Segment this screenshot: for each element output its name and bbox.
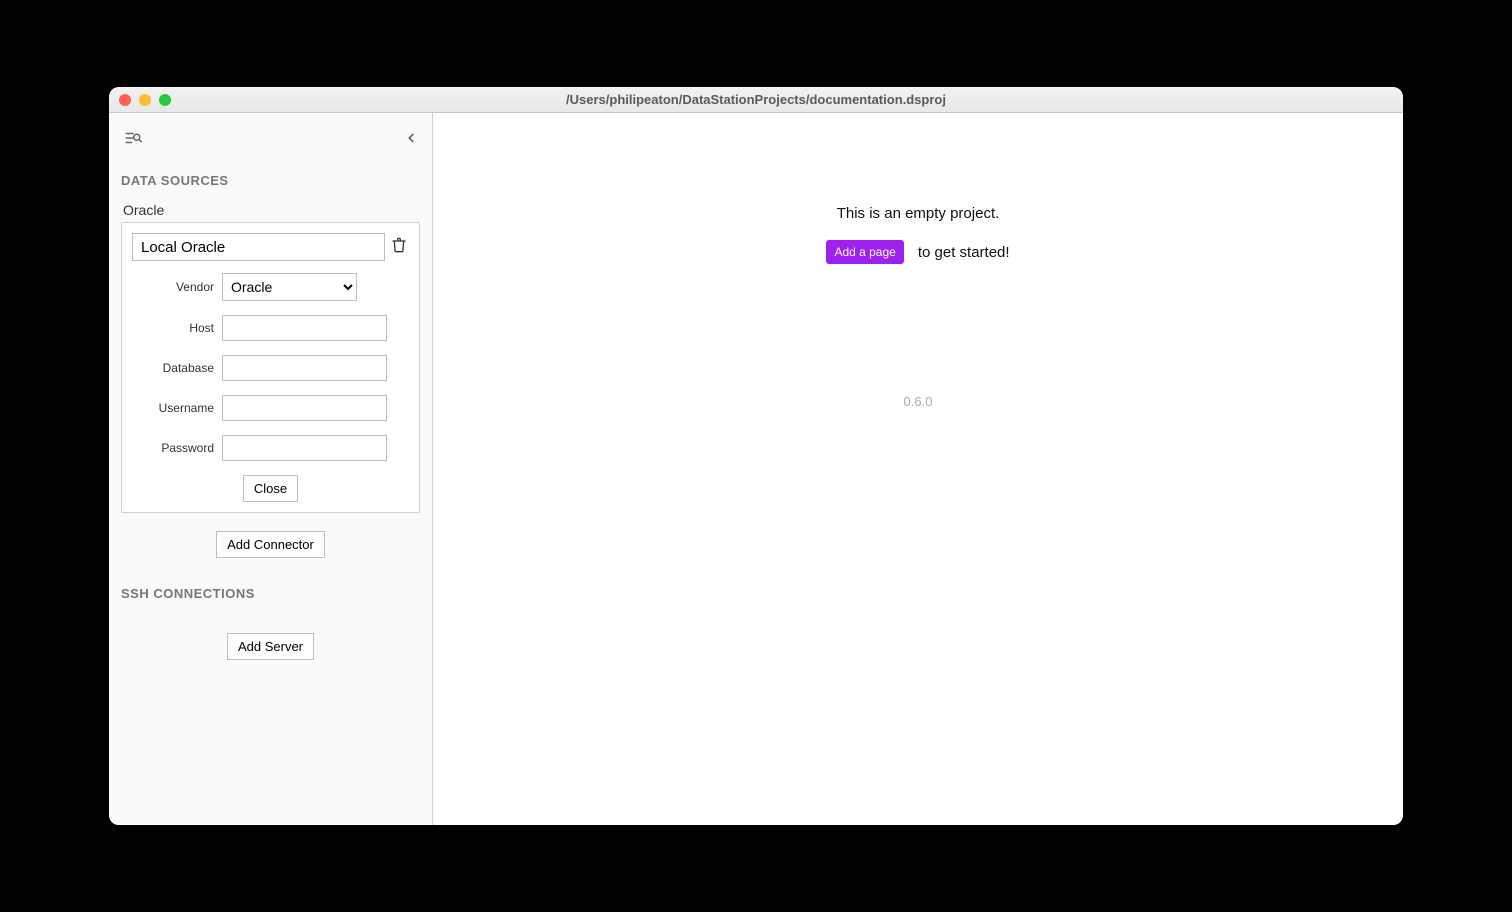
host-input[interactable] (222, 315, 387, 341)
vendor-select[interactable]: Oracle (222, 273, 357, 301)
database-label: Database (132, 361, 222, 375)
close-button[interactable]: Close (243, 475, 298, 502)
add-connector-row: Add Connector (121, 531, 420, 558)
titlebar: /Users/philipeaton/DataStationProjects/d… (109, 87, 1403, 113)
add-page-row: Add a page to get started! (826, 240, 1009, 264)
maximize-window-button[interactable] (159, 94, 171, 106)
close-window-button[interactable] (119, 94, 131, 106)
ssh-connections-header: SSH CONNECTIONS (121, 586, 420, 601)
minimize-window-button[interactable] (139, 94, 151, 106)
search-list-icon[interactable] (123, 129, 143, 147)
username-label: Username (132, 401, 222, 415)
data-sources-header: DATA SOURCES (121, 173, 420, 188)
host-row: Host (132, 315, 409, 341)
data-source-name-input[interactable] (132, 233, 385, 261)
get-started-text: to get started! (918, 244, 1010, 261)
password-label: Password (132, 441, 222, 455)
version-label: 0.6.0 (904, 394, 933, 409)
delete-icon[interactable] (391, 236, 409, 259)
data-source-card: Vendor Oracle Host Database Username (121, 222, 420, 513)
window-controls (119, 94, 171, 106)
sidebar: DATA SOURCES Oracle Vendor (109, 113, 433, 825)
password-row: Password (132, 435, 409, 461)
add-server-button[interactable]: Add Server (227, 633, 314, 660)
data-source-type-label: Oracle (121, 202, 420, 218)
password-input[interactable] (222, 435, 387, 461)
main-content: This is an empty project. Add a page to … (433, 113, 1403, 825)
sidebar-toolbar (121, 125, 420, 163)
add-page-button[interactable]: Add a page (826, 240, 903, 264)
database-input[interactable] (222, 355, 387, 381)
window-title: /Users/philipeaton/DataStationProjects/d… (566, 92, 946, 107)
username-row: Username (132, 395, 409, 421)
host-label: Host (132, 321, 222, 335)
vendor-row: Vendor Oracle (132, 273, 409, 301)
empty-project-message: This is an empty project. (837, 205, 1000, 222)
app-window: /Users/philipeaton/DataStationProjects/d… (109, 87, 1403, 825)
data-source-name-row (132, 233, 409, 261)
collapse-sidebar-icon[interactable] (404, 131, 418, 145)
username-input[interactable] (222, 395, 387, 421)
database-row: Database (132, 355, 409, 381)
app-body: DATA SOURCES Oracle Vendor (109, 113, 1403, 825)
vendor-label: Vendor (132, 280, 222, 294)
add-server-row: Add Server (121, 633, 420, 660)
close-row: Close (132, 475, 409, 502)
add-connector-button[interactable]: Add Connector (216, 531, 325, 558)
